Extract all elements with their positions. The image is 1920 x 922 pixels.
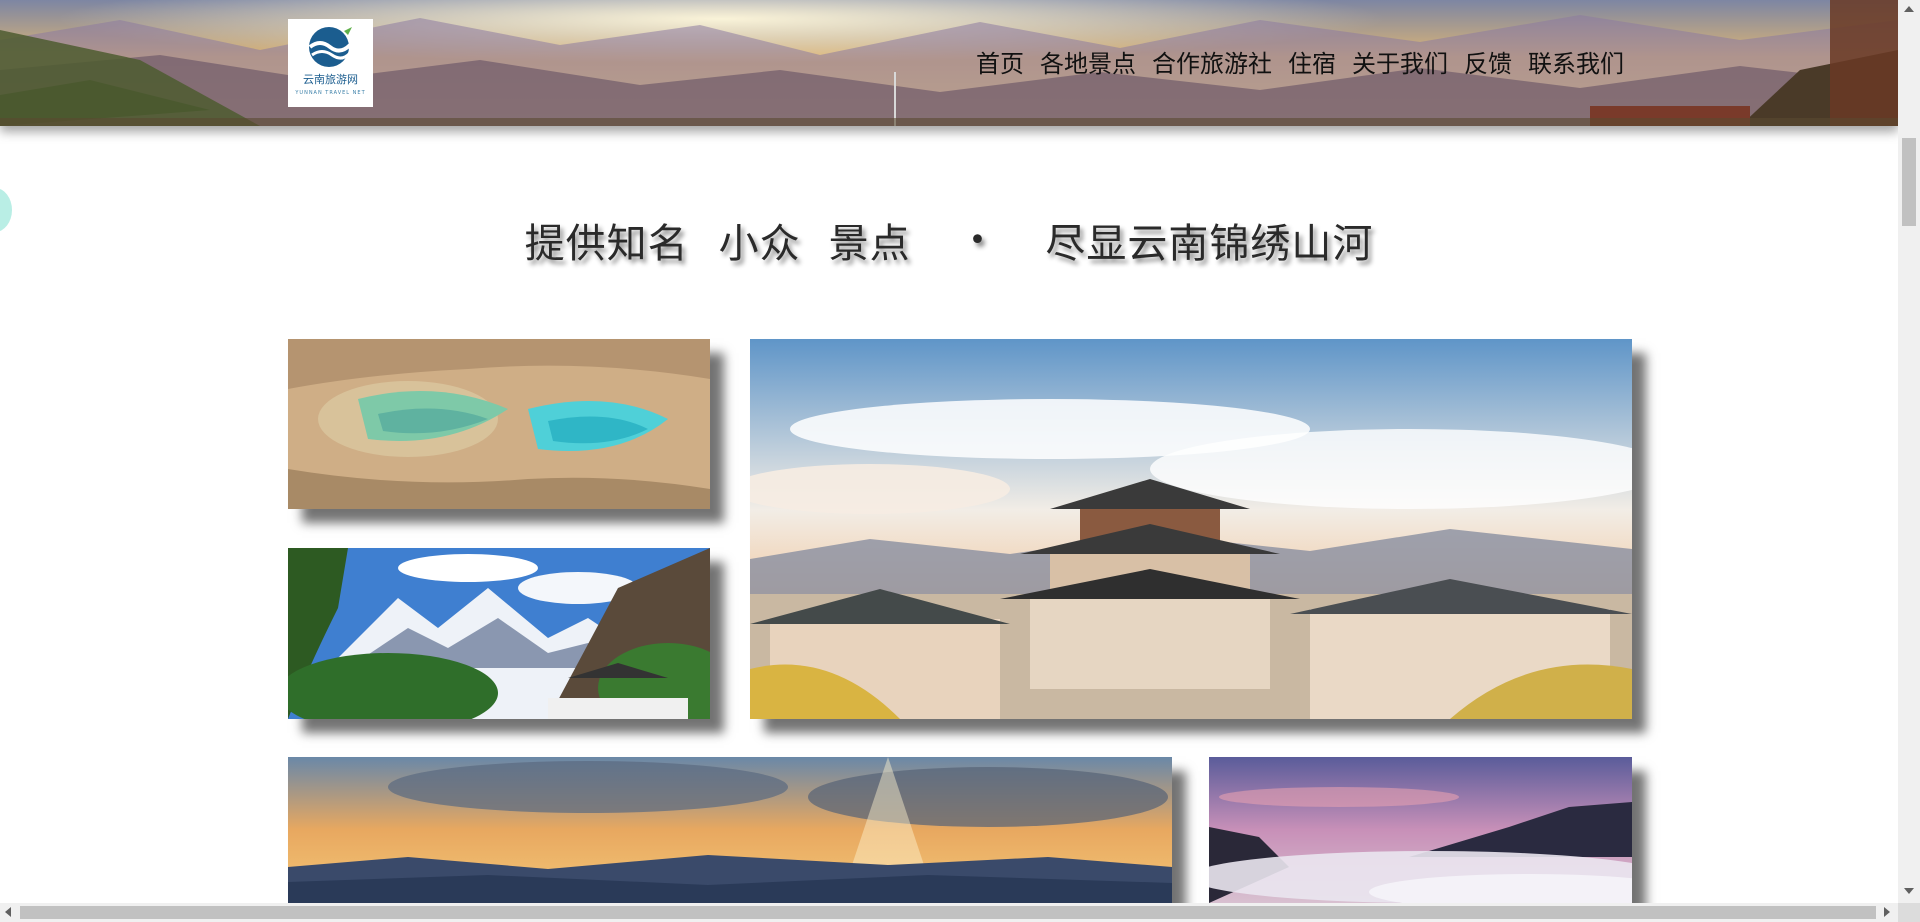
- sea-of-clouds-photo[interactable]: [1209, 757, 1632, 903]
- slogan-part-2: 小众: [718, 221, 801, 267]
- header-banner: 云南旅游网 YUNNAN TRAVEL NET 首页 各地景点 合作旅游社 住宿…: [0, 0, 1898, 126]
- scroll-left-icon[interactable]: [5, 907, 11, 917]
- logo-name: 云南旅游网: [303, 73, 358, 86]
- slogan-part-4: 尽显云南锦绣山河: [1045, 221, 1374, 267]
- vertical-scrollbar[interactable]: [1898, 0, 1920, 903]
- main-nav: 首页 各地景点 合作旅游社 住宿 关于我们 反馈 联系我们: [968, 46, 1632, 82]
- snow-mountain-photo[interactable]: [288, 548, 710, 719]
- nav-travel-agencies[interactable]: 合作旅游社: [1144, 46, 1280, 82]
- slogan-separator: •: [968, 222, 988, 258]
- temple-town-photo[interactable]: [750, 339, 1632, 719]
- nav-contact-us[interactable]: 联系我们: [1520, 46, 1632, 82]
- horizontal-scroll-thumb[interactable]: [20, 906, 1876, 919]
- nav-home[interactable]: 首页: [968, 46, 1032, 82]
- scroll-down-icon[interactable]: [1904, 888, 1914, 894]
- nav-accommodation[interactable]: 住宿: [1280, 46, 1344, 82]
- wave-globe-icon: [308, 27, 352, 67]
- scroll-right-icon[interactable]: [1884, 907, 1890, 917]
- slogan-part-1: 提供知名: [524, 221, 689, 267]
- sunset-mountains-photo[interactable]: [288, 757, 1172, 903]
- site-logo[interactable]: 云南旅游网 YUNNAN TRAVEL NET: [288, 19, 373, 107]
- logo-subtitle: YUNNAN TRAVEL NET: [295, 90, 366, 96]
- scrollbar-corner: [1898, 903, 1920, 922]
- slogan: 提供知名 小众 景点 • 尽显云南锦绣山河: [0, 210, 1898, 270]
- slogan-part-3: 景点: [828, 221, 911, 267]
- horizontal-scrollbar[interactable]: [0, 903, 1898, 922]
- vertical-scroll-thumb[interactable]: [1902, 138, 1916, 226]
- nav-feedback[interactable]: 反馈: [1456, 46, 1520, 82]
- nav-attractions[interactable]: 各地景点: [1032, 46, 1144, 82]
- scroll-up-icon[interactable]: [1904, 6, 1914, 12]
- terrace-pools-photo[interactable]: [288, 339, 710, 509]
- nav-about-us[interactable]: 关于我们: [1344, 46, 1456, 82]
